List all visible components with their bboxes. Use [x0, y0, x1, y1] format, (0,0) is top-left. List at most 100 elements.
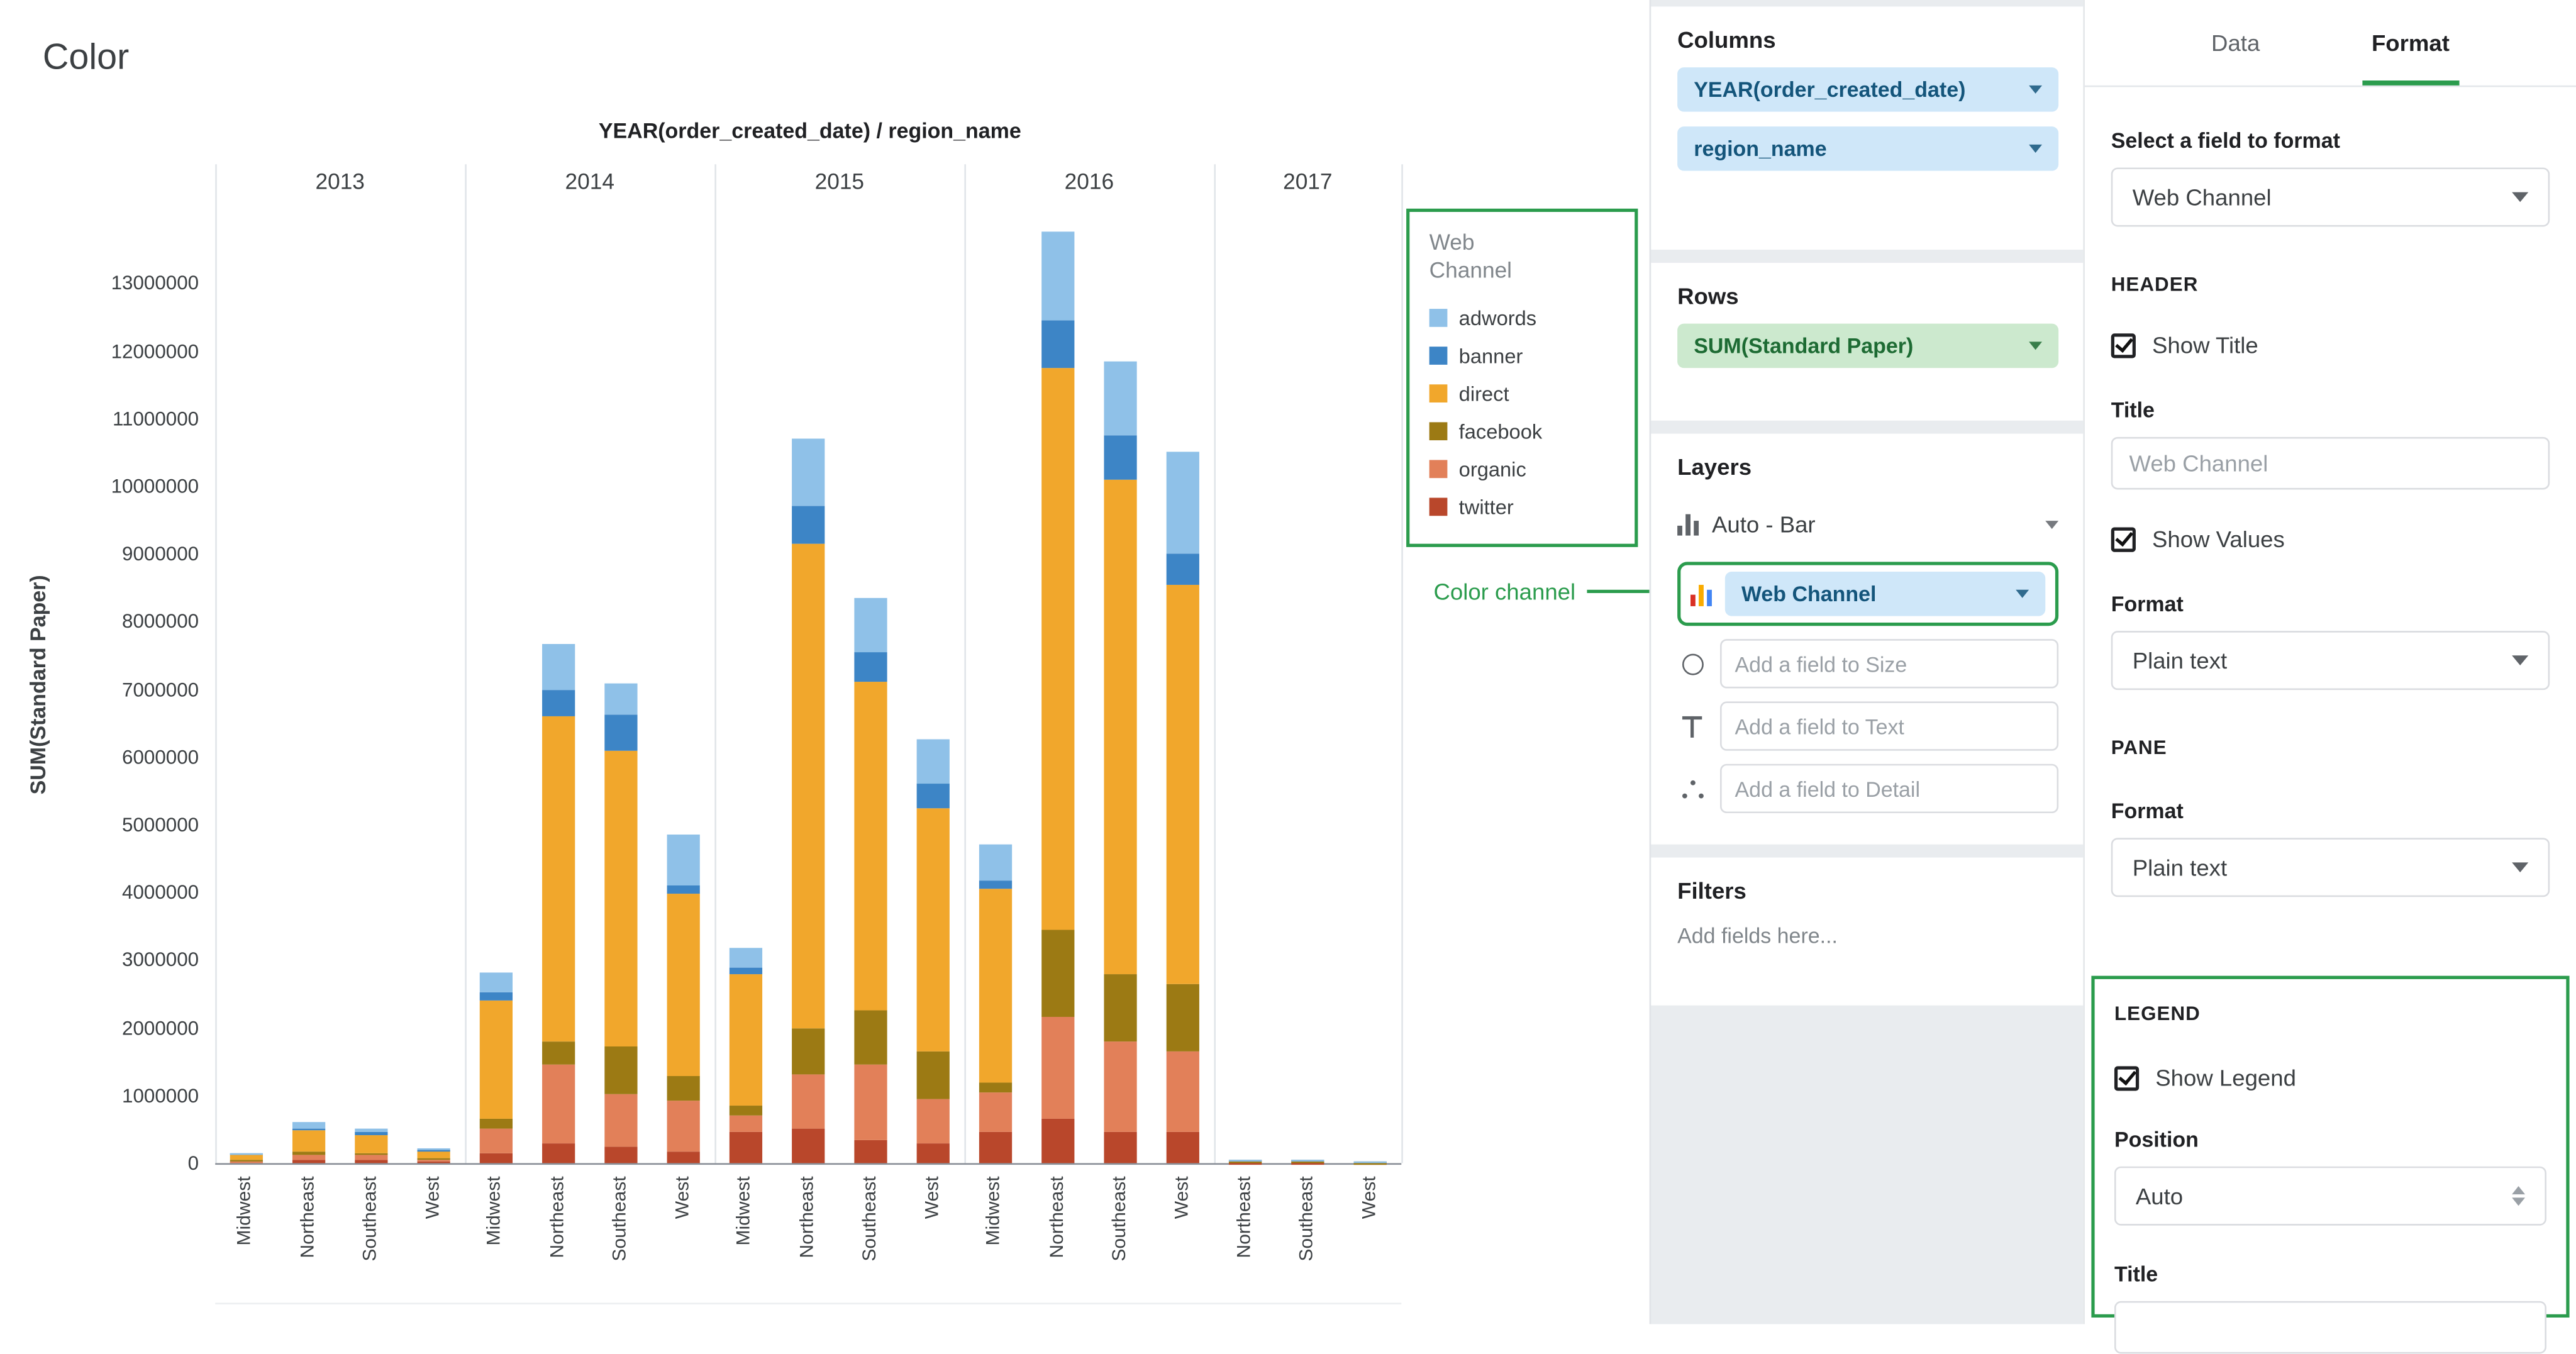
legend-title-input[interactable]	[2114, 1301, 2546, 1354]
bar-segment-twitter[interactable]	[979, 1133, 1012, 1163]
bar-segment-facebook[interactable]	[292, 1151, 325, 1154]
bar-segment-banner[interactable]	[1041, 320, 1074, 367]
legend-item[interactable]: facebook	[1430, 413, 1635, 450]
bar-segment-direct[interactable]	[480, 1001, 513, 1119]
bar-segment-direct[interactable]	[1167, 584, 1199, 984]
show-title-checkbox-row[interactable]: Show Title	[2111, 332, 2550, 358]
legend-item[interactable]: adwords	[1430, 299, 1635, 336]
bar-segment-facebook[interactable]	[418, 1158, 450, 1160]
bar-segment-direct[interactable]	[1041, 368, 1074, 929]
chevron-down-icon[interactable]	[2029, 341, 2042, 350]
bar-segment-organic[interactable]	[542, 1065, 575, 1143]
bar-segment-facebook[interactable]	[1167, 984, 1199, 1052]
size-field-input[interactable]	[1720, 639, 2058, 688]
pill-region-name[interactable]: region_name	[1677, 126, 2058, 171]
bar-segment-organic[interactable]	[1041, 1018, 1074, 1119]
bar-segment-direct[interactable]	[730, 974, 762, 1106]
header-format-dropdown[interactable]: Plain text	[2111, 631, 2550, 690]
bar-segment-adwords[interactable]	[1291, 1159, 1324, 1160]
bar-segment-banner[interactable]	[1104, 435, 1136, 479]
bar-segment-direct[interactable]	[355, 1135, 387, 1153]
bar-segment-facebook[interactable]	[230, 1160, 263, 1161]
bar-segment-adwords[interactable]	[230, 1153, 263, 1154]
bar-segment-organic[interactable]	[667, 1100, 700, 1151]
tab-data[interactable]: Data	[2201, 0, 2270, 86]
bar-segment-facebook[interactable]	[730, 1106, 762, 1116]
bar-segment-direct[interactable]	[418, 1151, 450, 1159]
bar-segment-banner[interactable]	[979, 881, 1012, 889]
bar-segment-adwords[interactable]	[418, 1148, 450, 1150]
bar-segment-adwords[interactable]	[792, 439, 824, 507]
bar-segment-twitter[interactable]	[480, 1153, 513, 1163]
bar-segment-facebook[interactable]	[1353, 1162, 1386, 1163]
bar-segment-banner[interactable]	[230, 1154, 263, 1155]
bar-segment-banner[interactable]	[480, 992, 513, 1001]
pill-sum-standard-paper[interactable]: SUM(Standard Paper)	[1677, 324, 2058, 369]
bar-segment-banner[interactable]	[355, 1133, 387, 1135]
pane-format-dropdown[interactable]: Plain text	[2111, 838, 2550, 897]
bar-segment-direct[interactable]	[854, 682, 887, 1011]
bar-segment-adwords[interactable]	[355, 1129, 387, 1133]
legend-item[interactable]: direct	[1430, 375, 1635, 413]
bar-segment-facebook[interactable]	[1041, 929, 1074, 1018]
pill-year-order-created-date[interactable]: YEAR(order_created_date)	[1677, 67, 2058, 112]
filters-drop-hint[interactable]: Add fields here...	[1677, 923, 2058, 948]
bar-segment-twitter[interactable]	[1041, 1119, 1074, 1163]
bar-segment-facebook[interactable]	[604, 1046, 637, 1093]
bar-segment-organic[interactable]	[1167, 1052, 1199, 1133]
bar-segment-banner[interactable]	[917, 784, 950, 808]
bar-segment-adwords[interactable]	[979, 843, 1012, 880]
detail-field-input[interactable]	[1720, 764, 2058, 813]
chevron-down-icon[interactable]	[2029, 86, 2042, 94]
bar-segment-twitter[interactable]	[667, 1151, 700, 1163]
pill-web-channel[interactable]: Web Channel	[1725, 572, 2045, 616]
bar-segment-banner[interactable]	[292, 1128, 325, 1130]
bar-segment-facebook[interactable]	[979, 1082, 1012, 1092]
bar-segment-organic[interactable]	[604, 1094, 637, 1146]
text-field-input[interactable]	[1720, 701, 2058, 750]
legend-position-dropdown[interactable]: Auto	[2114, 1167, 2546, 1226]
bar-segment-facebook[interactable]	[917, 1052, 950, 1099]
bar-segment-adwords[interactable]	[730, 948, 762, 968]
show-legend-checkbox-row[interactable]: Show Legend	[2114, 1065, 2546, 1091]
bar-segment-adwords[interactable]	[1167, 452, 1199, 553]
field-selector-dropdown[interactable]: Web Channel	[2111, 167, 2550, 226]
bar-segment-twitter[interactable]	[917, 1143, 950, 1163]
bar-segment-twitter[interactable]	[418, 1162, 450, 1163]
bar-segment-twitter[interactable]	[1104, 1133, 1136, 1163]
bar-segment-twitter[interactable]	[292, 1160, 325, 1163]
bar-segment-facebook[interactable]	[542, 1041, 575, 1065]
bar-segment-facebook[interactable]	[667, 1077, 700, 1101]
chevron-down-icon[interactable]	[2045, 520, 2058, 528]
bar-segment-twitter[interactable]	[604, 1146, 637, 1163]
bar-segment-twitter[interactable]	[792, 1129, 824, 1163]
bar-segment-direct[interactable]	[604, 752, 637, 1046]
bar-segment-organic[interactable]	[292, 1154, 325, 1160]
checkbox-checked-icon[interactable]	[2111, 526, 2136, 551]
bar-segment-adwords[interactable]	[604, 684, 637, 714]
bar-segment-twitter[interactable]	[355, 1160, 387, 1163]
bar-segment-direct[interactable]	[542, 716, 575, 1041]
bar-segment-direct[interactable]	[667, 894, 700, 1077]
bar-segment-banner[interactable]	[792, 506, 824, 543]
bar-segment-twitter[interactable]	[854, 1140, 887, 1163]
bar-segment-facebook[interactable]	[854, 1011, 887, 1065]
bar-segment-facebook[interactable]	[1104, 974, 1136, 1041]
bar-segment-direct[interactable]	[1104, 479, 1136, 974]
legend-item[interactable]: organic	[1430, 450, 1635, 488]
bar-segment-facebook[interactable]	[355, 1153, 387, 1155]
show-values-checkbox-row[interactable]: Show Values	[2111, 526, 2550, 552]
bar-segment-organic[interactable]	[854, 1065, 887, 1139]
bar-segment-direct[interactable]	[917, 807, 950, 1051]
bar-segment-facebook[interactable]	[480, 1119, 513, 1129]
bar-segment-banner[interactable]	[667, 885, 700, 894]
bar-segment-adwords[interactable]	[667, 835, 700, 885]
chevron-down-icon[interactable]	[2029, 145, 2042, 153]
bar-segment-adwords[interactable]	[917, 740, 950, 784]
bar-segment-banner[interactable]	[1167, 554, 1199, 584]
bar-segment-organic[interactable]	[355, 1156, 387, 1161]
bar-segment-organic[interactable]	[418, 1160, 450, 1162]
bar-segment-direct[interactable]	[979, 889, 1012, 1082]
bar-segment-adwords[interactable]	[1041, 232, 1074, 320]
bar-segment-adwords[interactable]	[292, 1122, 325, 1128]
